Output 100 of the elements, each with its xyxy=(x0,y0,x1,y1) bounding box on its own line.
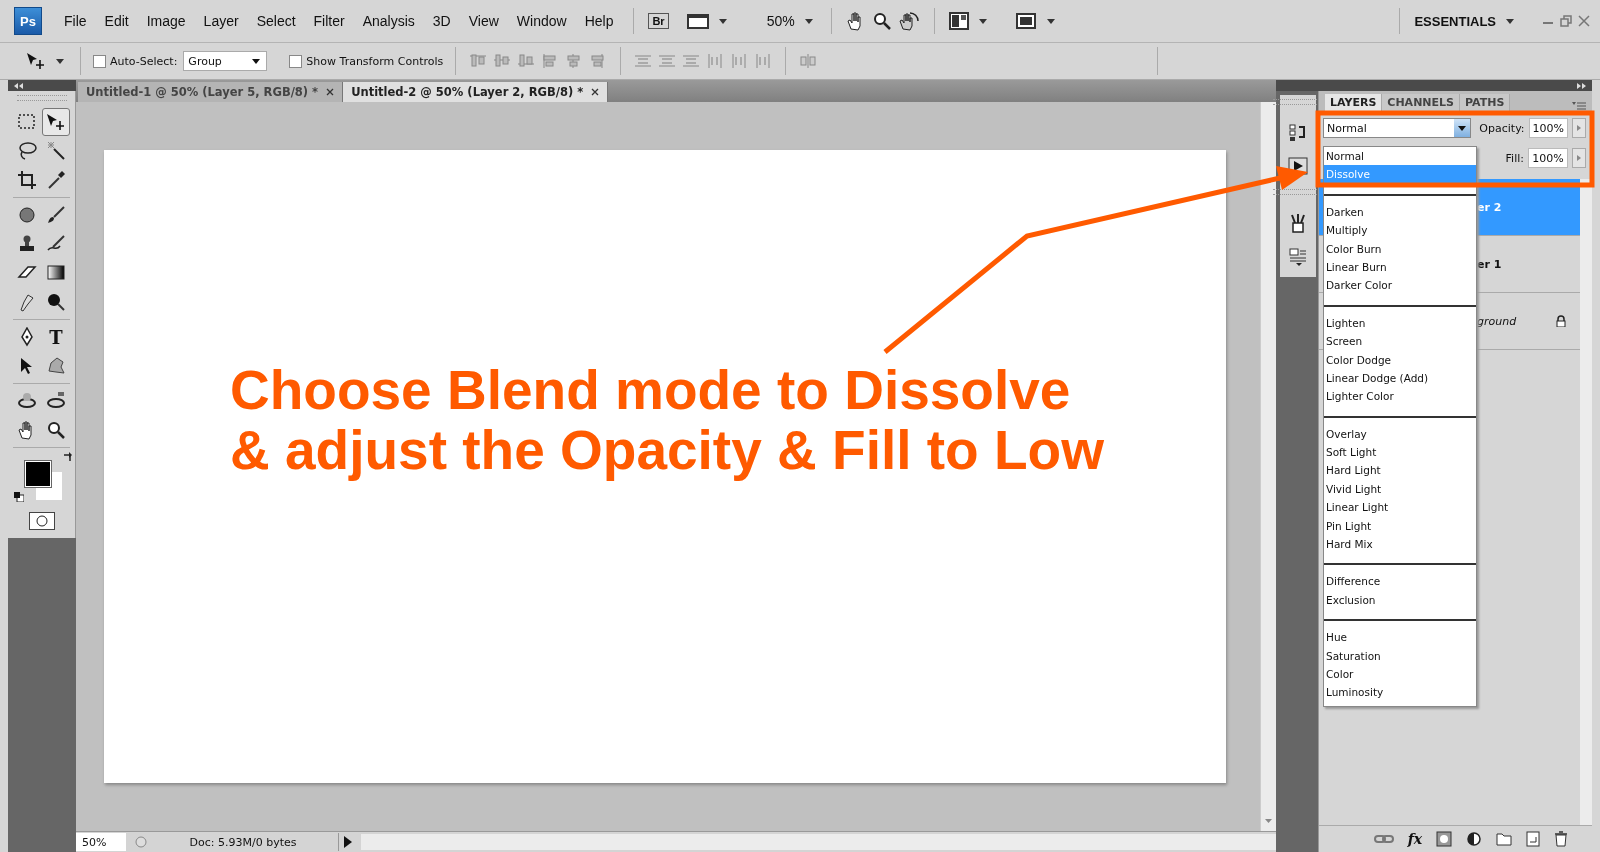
menu-item[interactable]: Exclusion xyxy=(1324,590,1476,610)
menu-item[interactable]: Screen xyxy=(1324,332,1476,351)
menu-item[interactable]: Linear Dodge (Add) xyxy=(1324,368,1476,388)
panel-tab[interactable]: PATHS xyxy=(1460,94,1511,111)
checkbox[interactable] xyxy=(289,54,303,68)
menu-item[interactable]: Hue xyxy=(1324,628,1476,647)
type-tool[interactable]: T xyxy=(49,326,63,348)
marquee-icon xyxy=(17,112,37,132)
menu-item[interactable]: Image xyxy=(140,13,192,29)
fill-field[interactable]: 100% xyxy=(1528,148,1568,168)
fill-label: Fill: xyxy=(1505,151,1524,165)
slider-button[interactable] xyxy=(1572,118,1586,138)
checkbox-label: Auto-Select: xyxy=(110,54,178,68)
menu-item[interactable]: Difference xyxy=(1324,572,1476,591)
menu-item[interactable]: View xyxy=(462,13,505,29)
move-icon xyxy=(45,112,67,132)
document-tab[interactable]: Untitled-2 @ 50% (Layer 2, RGB/8) * xyxy=(343,82,609,102)
menu-item[interactable]: Filter xyxy=(307,13,351,29)
menu-item[interactable]: Luminosity xyxy=(1324,683,1476,702)
bridge-button[interactable]: Br xyxy=(648,13,669,29)
menu-item[interactable]: Select xyxy=(250,13,302,29)
brush-icon xyxy=(46,205,66,225)
panel-tab[interactable]: CHANNELS xyxy=(1382,94,1460,111)
brush-holder-icon[interactable] xyxy=(1288,213,1308,233)
menu-item[interactable]: Darken xyxy=(1324,202,1476,222)
default-colors-icon[interactable] xyxy=(13,492,24,502)
close-icon[interactable] xyxy=(591,88,600,96)
link-icon[interactable] xyxy=(1373,833,1394,845)
new-layer-icon[interactable] xyxy=(1526,831,1540,847)
menu-item[interactable]: Edit xyxy=(98,13,135,29)
zoom-level[interactable]: 50% xyxy=(766,13,795,29)
collapse-icon[interactable] xyxy=(14,82,24,89)
menu-item[interactable]: Layer xyxy=(197,13,245,29)
scroll-down-icon[interactable] xyxy=(1265,819,1272,823)
caret-icon xyxy=(56,58,64,64)
expand-icon[interactable] xyxy=(1576,82,1586,89)
menu-item[interactable]: Hard Light xyxy=(1324,461,1476,480)
menu-item[interactable]: Pin Light xyxy=(1324,516,1476,536)
3d-rotate-icon xyxy=(17,391,37,411)
menu-item[interactable]: Linear Light xyxy=(1324,498,1476,517)
doc-info: Doc: 5.93M/0 bytes xyxy=(188,835,298,849)
swap-icon[interactable] xyxy=(62,452,73,462)
mask-icon[interactable] xyxy=(1436,831,1452,847)
arrow-icon xyxy=(1577,155,1581,161)
caret-icon xyxy=(1458,125,1467,131)
menu-item[interactable]: Hard Mix xyxy=(1324,535,1476,554)
menu-item[interactable]: Color Burn xyxy=(1324,239,1476,258)
auto-select-dropdown[interactable]: Group xyxy=(183,51,268,71)
workspace-switcher[interactable]: ESSENTIALS xyxy=(1414,13,1496,29)
menu-item[interactable]: Analysis xyxy=(356,13,421,29)
menu-item[interactable]: Help xyxy=(578,13,620,29)
menu-item[interactable]: Darker Color xyxy=(1324,276,1476,295)
menu-item[interactable]: Vivid Light xyxy=(1324,479,1476,499)
menu-item[interactable]: Color xyxy=(1324,665,1476,684)
menu-item[interactable]: Saturation xyxy=(1324,646,1476,665)
app-logo[interactable]: Ps xyxy=(14,7,42,35)
caret-icon xyxy=(1506,18,1514,24)
menu-item[interactable]: Soft Light xyxy=(1324,443,1476,462)
menu-item[interactable]: Multiply xyxy=(1324,221,1476,240)
trash-icon[interactable] xyxy=(1554,831,1568,847)
folder-icon[interactable] xyxy=(1496,832,1512,846)
stamp-icon xyxy=(17,234,37,254)
scrollbar[interactable] xyxy=(361,834,1276,850)
menu-item[interactable]: File xyxy=(58,13,93,29)
layout-icon[interactable] xyxy=(948,12,969,30)
history-icon[interactable] xyxy=(1288,123,1308,143)
menu-item[interactable]: Linear Burn xyxy=(1324,257,1476,277)
menu-item[interactable]: Overlay xyxy=(1324,424,1476,444)
quick-mask-button[interactable] xyxy=(28,512,55,530)
blend-mode-dropdown[interactable]: Normal xyxy=(1323,118,1472,138)
menu-item[interactable]: Window xyxy=(510,13,573,29)
layer-comps-icon[interactable] xyxy=(1288,247,1308,267)
color-swatch-pair[interactable] xyxy=(23,460,62,500)
eyedropper-icon xyxy=(46,170,66,190)
menu-item[interactable]: Color Dodge xyxy=(1324,350,1476,369)
shape-icon xyxy=(46,356,66,376)
menu-item[interactable]: Normal xyxy=(1324,147,1476,166)
lasso-icon xyxy=(17,141,37,161)
document-tab[interactable]: Untitled-1 @ 50% (Layer 5, RGB/8) * xyxy=(78,82,344,102)
menu-item[interactable]: Lighter Color xyxy=(1324,387,1476,406)
slider-button[interactable] xyxy=(1572,148,1586,168)
caret-icon xyxy=(978,18,987,24)
close-icon[interactable] xyxy=(326,88,335,96)
scrollbar[interactable] xyxy=(1580,179,1592,825)
scrollbar[interactable] xyxy=(1260,102,1276,831)
arrow-icon xyxy=(1577,125,1582,131)
restore-icon[interactable] xyxy=(1560,15,1572,27)
panel-tab[interactable]: LAYERS xyxy=(1325,94,1383,111)
menu-item[interactable]: Lighten xyxy=(1324,313,1476,333)
fx-button[interactable]: fx xyxy=(1407,831,1422,847)
screen-mode-icon[interactable] xyxy=(1014,12,1037,30)
tool-button[interactable] xyxy=(42,108,70,136)
rotate-hand-icon[interactable] xyxy=(897,11,920,31)
zoom-field[interactable]: 50% xyxy=(76,833,126,851)
zoom-icon[interactable] xyxy=(871,11,892,31)
panel-menu-icon[interactable] xyxy=(1572,101,1586,111)
menu-item[interactable]: 3D xyxy=(426,13,457,29)
adjustment-icon[interactable] xyxy=(1466,831,1482,847)
opacity-field[interactable]: 100% xyxy=(1528,118,1569,138)
checkbox[interactable] xyxy=(93,54,106,68)
